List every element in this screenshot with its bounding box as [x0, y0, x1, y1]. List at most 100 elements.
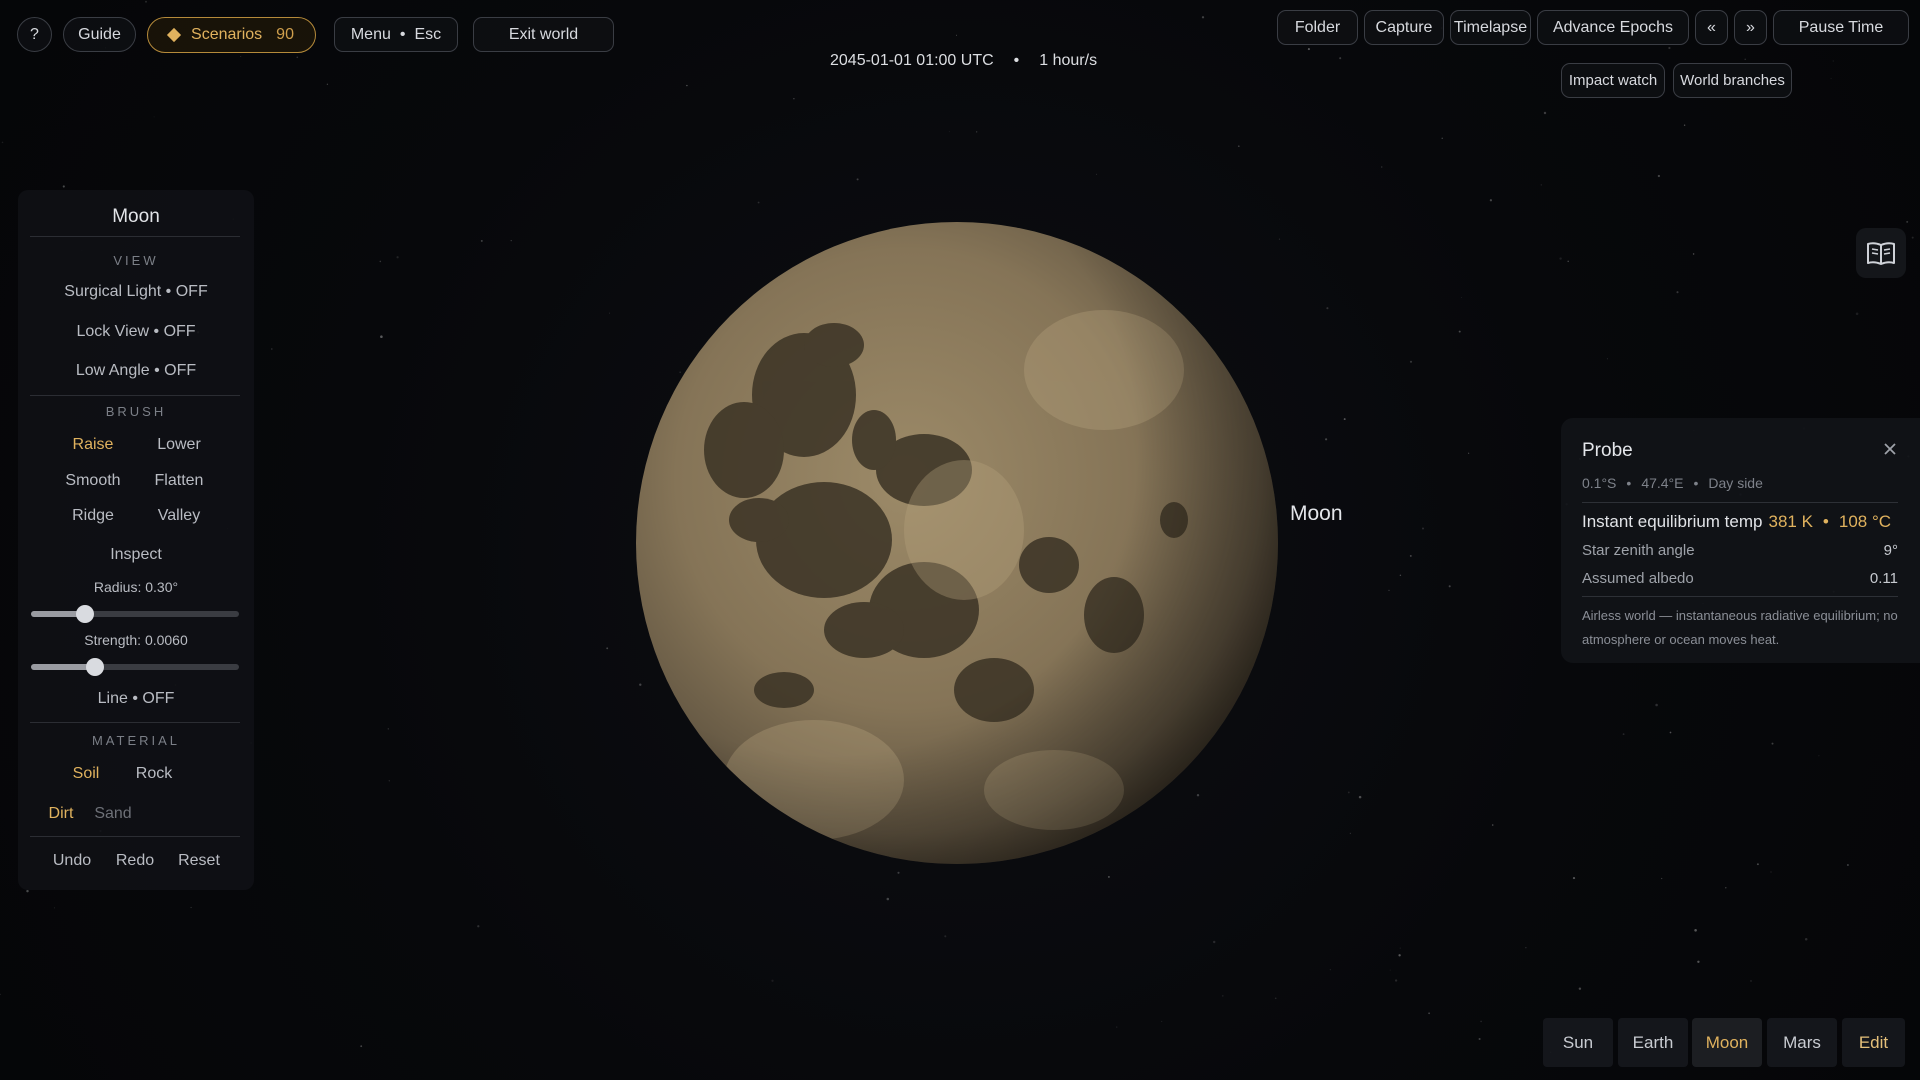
help-label: ?: [30, 25, 39, 43]
divider: [30, 395, 240, 396]
material-heading: MATERIAL: [91, 733, 181, 748]
material-soil[interactable]: Soil: [56, 765, 116, 783]
next-button[interactable]: »: [1734, 10, 1767, 45]
subtype-dirt[interactable]: Dirt: [38, 805, 84, 823]
star: [1683, 124, 1686, 126]
star: [396, 256, 399, 259]
menu-separator: •: [399, 25, 406, 43]
redo-button[interactable]: Redo: [105, 852, 165, 870]
lock-view-toggle[interactable]: Lock View • OFF: [18, 323, 254, 341]
pause-time-label: Pause Time: [1798, 18, 1884, 36]
reset-button[interactable]: Reset: [169, 852, 229, 870]
book-button[interactable]: [1856, 228, 1906, 278]
world-viewport[interactable]: ? Guide Scenarios 90 Menu • Esc Exit wor…: [0, 0, 1920, 1080]
star: [1491, 824, 1494, 826]
star: [62, 185, 65, 188]
brush-raise[interactable]: Raise: [48, 436, 138, 454]
star: [1567, 260, 1569, 263]
probe-separator: •: [1693, 475, 1699, 491]
pause-time-button[interactable]: Pause Time: [1773, 10, 1909, 45]
low-angle-toggle[interactable]: Low Angle • OFF: [18, 362, 254, 380]
star: [1771, 742, 1774, 745]
brush-valley[interactable]: Valley: [134, 507, 224, 525]
exit-world-button[interactable]: Exit world: [473, 17, 614, 52]
star: [145, 0, 147, 3]
star: [1388, 589, 1390, 592]
menu-key: Esc: [414, 25, 442, 43]
star: [1460, 297, 1462, 298]
star: [1381, 166, 1383, 168]
material-rock[interactable]: Rock: [124, 765, 184, 783]
star: [1237, 145, 1240, 148]
star: [240, 56, 242, 57]
diamond-icon: [166, 27, 182, 43]
line-toggle[interactable]: Line • OFF: [18, 690, 254, 708]
zenith-row: Star zenith angle 9°: [1582, 542, 1898, 559]
temp-celsius: 108 °C: [1838, 512, 1892, 531]
folder-button[interactable]: Folder: [1277, 10, 1358, 45]
previous-button[interactable]: «: [1695, 10, 1728, 45]
timelapse-button[interactable]: Timelapse: [1450, 10, 1531, 45]
datetime: 2045-01-01 01:00 UTC: [830, 52, 994, 69]
temp-kelvin: 381 K: [1768, 512, 1813, 531]
undo-button[interactable]: Undo: [42, 852, 102, 870]
star: [1201, 16, 1205, 19]
probe-title: Probe: [1582, 440, 1633, 461]
star: [1095, 173, 1098, 175]
capture-button[interactable]: Capture: [1364, 10, 1444, 45]
star: [1697, 960, 1700, 963]
divider: [30, 722, 240, 723]
brush-lower[interactable]: Lower: [134, 436, 224, 454]
star: [1349, 832, 1352, 835]
scenarios-button[interactable]: Scenarios 90: [147, 17, 316, 53]
strength-slider-thumb[interactable]: [86, 658, 105, 676]
body-earth[interactable]: Earth: [1618, 1018, 1688, 1067]
brush-flatten[interactable]: Flatten: [134, 472, 224, 490]
body-moon[interactable]: Moon: [1692, 1018, 1762, 1067]
impact-watch-button[interactable]: Impact watch: [1561, 63, 1665, 98]
star: [1756, 863, 1759, 866]
star: [153, 116, 155, 118]
radius-label: Radius: 0.30°: [93, 579, 179, 595]
albedo-row: Assumed albedo 0.11: [1582, 570, 1898, 587]
zenith-label: Star zenith angle: [1582, 542, 1695, 559]
star: [686, 84, 688, 87]
star: [606, 647, 609, 650]
brush-inspect[interactable]: Inspect: [18, 546, 254, 564]
star: [1274, 997, 1277, 1000]
probe-separator: •: [1626, 475, 1632, 491]
help-button[interactable]: ?: [17, 17, 52, 52]
world-branches-button[interactable]: World branches: [1673, 63, 1792, 98]
close-icon[interactable]: [1881, 440, 1899, 458]
star: [1307, 48, 1310, 51]
star: [1578, 987, 1582, 990]
star: [1339, 57, 1342, 60]
radius-slider-thumb[interactable]: [76, 605, 95, 623]
strength-slider[interactable]: [31, 658, 239, 676]
star: [1804, 938, 1808, 941]
edit-button[interactable]: Edit: [1842, 1018, 1905, 1067]
radius-slider[interactable]: [31, 605, 239, 623]
equilibrium-temp-row: Instant equilibrium temp 381 K • 108 °C: [1582, 512, 1891, 532]
star: [1694, 929, 1697, 932]
moon-globe[interactable]: [634, 220, 1280, 866]
probe-note: Airless world — instantaneous radiative …: [1582, 608, 1898, 647]
body-sun[interactable]: Sun: [1543, 1018, 1613, 1067]
advance-epochs-button[interactable]: Advance Epochs: [1537, 10, 1689, 45]
star: [379, 260, 382, 263]
subtype-sand[interactable]: Sand: [90, 805, 136, 823]
star: [1428, 1012, 1431, 1015]
menu-button[interactable]: Menu • Esc: [334, 17, 458, 52]
book-icon: [1867, 242, 1895, 265]
surgical-light-toggle[interactable]: Surgical Light • OFF: [18, 283, 254, 301]
star: [1448, 585, 1451, 588]
body-mars[interactable]: Mars: [1767, 1018, 1837, 1067]
star: [897, 871, 900, 874]
scenarios-label: Scenarios: [191, 26, 263, 43]
brush-ridge[interactable]: Ridge: [48, 507, 138, 525]
guide-button[interactable]: Guide: [63, 17, 136, 52]
star: [944, 935, 947, 938]
star: [0, 993, 1, 996]
brush-smooth[interactable]: Smooth: [48, 472, 138, 490]
zenith-value: 9°: [1883, 542, 1898, 559]
